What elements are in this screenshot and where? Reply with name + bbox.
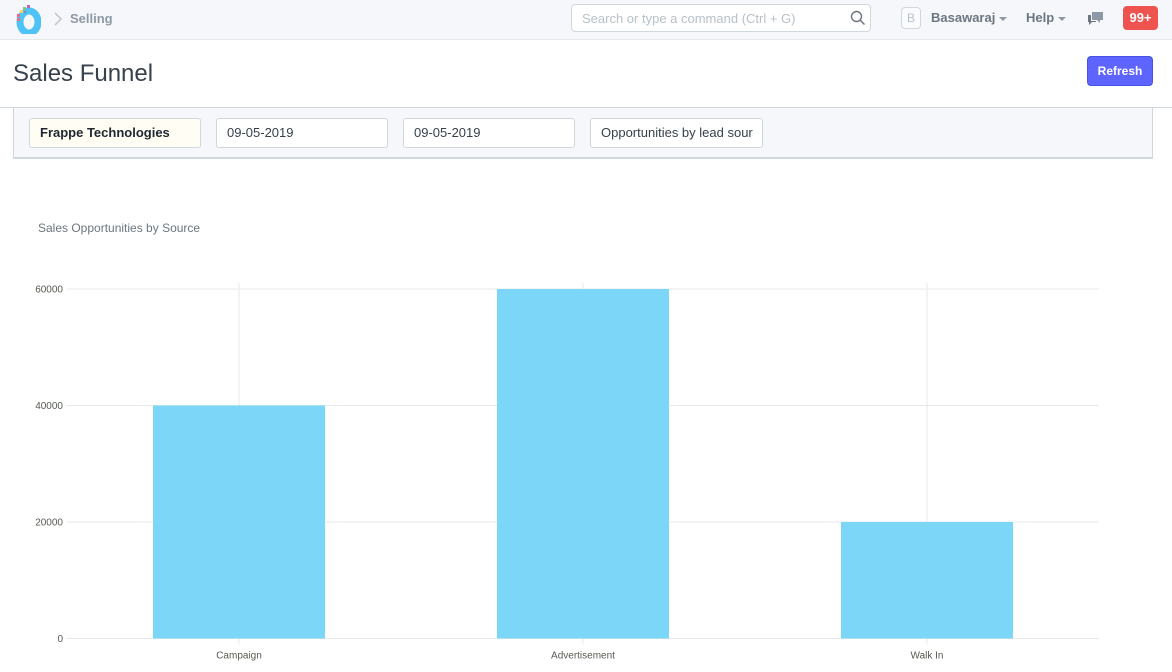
frappe-logo-icon[interactable] <box>13 4 41 34</box>
user-menu-dropdown[interactable]: Basawaraj <box>931 10 1008 25</box>
page-title: Sales Funnel <box>13 60 154 87</box>
from-date-filter[interactable]: 09-05-2019 <box>216 118 388 148</box>
y-tick-label: 60000 <box>35 285 63 296</box>
method-select[interactable]: Opportunities by lead sour <box>590 118 763 148</box>
search-icon[interactable] <box>850 10 866 26</box>
chevron-right-icon <box>54 12 63 26</box>
user-name: Basawaraj <box>931 10 996 25</box>
notification-badge[interactable]: 99+ <box>1123 6 1158 30</box>
navbar: Selling B Basawaraj Help 99+ <box>0 0 1172 40</box>
company-filter[interactable]: Frappe Technologies <box>29 118 201 148</box>
help-label: Help <box>1026 10 1055 25</box>
help-menu-dropdown[interactable]: Help <box>1026 10 1067 25</box>
x-tick-label: Advertisement <box>551 651 615 662</box>
chart-title: Sales Opportunities by Source <box>38 221 201 235</box>
caret-down-icon <box>999 16 1008 21</box>
filter-bar: Frappe Technologies 09-05-2019 09-05-201… <box>13 108 1153 159</box>
bar-chart: 0 20000 40000 60000 Campaign Advertisement Wal… <box>35 283 1099 662</box>
refresh-button[interactable]: Refresh <box>1087 56 1153 86</box>
x-tick-label: Walk In <box>911 651 944 662</box>
y-tick-label: 0 <box>57 634 63 645</box>
chat-icon[interactable] <box>1087 11 1104 26</box>
bar-campaign[interactable] <box>153 405 325 639</box>
search-input[interactable] <box>571 4 871 32</box>
bar-advertisement[interactable] <box>497 289 669 639</box>
avatar[interactable]: B <box>901 7 921 29</box>
caret-down-icon <box>1058 16 1067 21</box>
y-tick-label: 40000 <box>35 401 63 412</box>
breadcrumb-selling[interactable]: Selling <box>70 11 113 26</box>
y-tick-label: 20000 <box>35 518 63 529</box>
x-tick-label: Campaign <box>216 651 262 662</box>
bar-walk-in[interactable] <box>841 522 1013 639</box>
to-date-filter[interactable]: 09-05-2019 <box>403 118 575 148</box>
